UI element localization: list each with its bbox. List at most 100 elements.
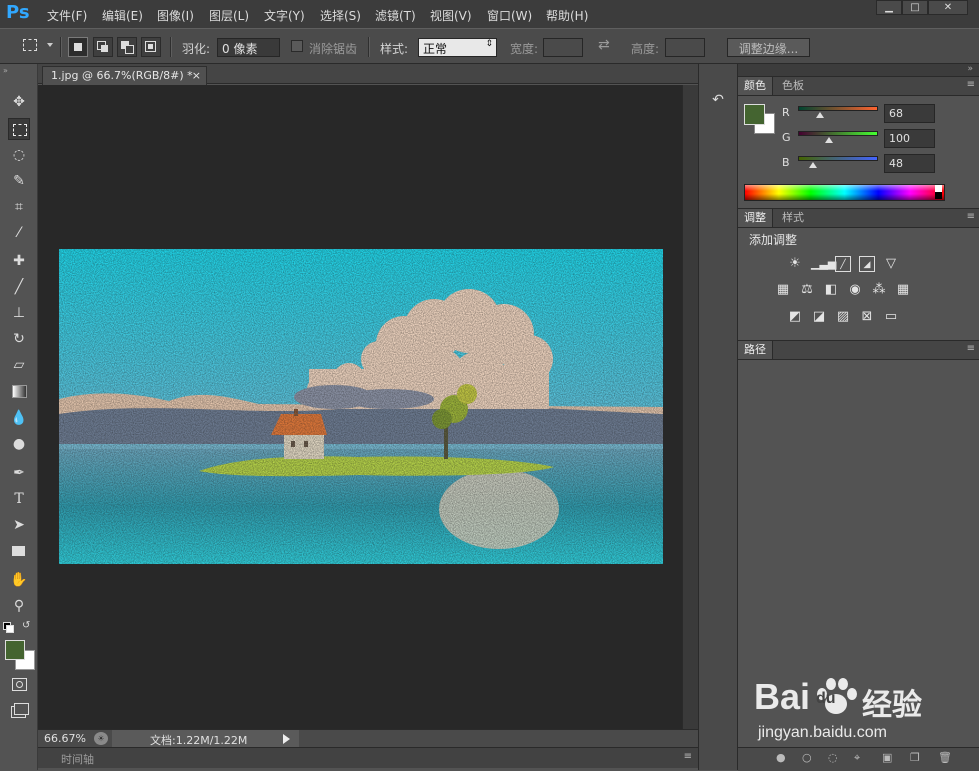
minimize-button[interactable]: ▁	[876, 0, 902, 15]
zoom-tool-icon[interactable]: ⚲	[8, 595, 30, 617]
new-selection-icon[interactable]	[68, 37, 88, 57]
marquee-tool-icon[interactable]	[8, 118, 30, 140]
menu-select[interactable]: 选择(S)	[320, 7, 361, 24]
exposure-icon[interactable]: ◢	[859, 256, 875, 272]
subtract-selection-icon[interactable]	[117, 37, 137, 57]
menu-filter[interactable]: 滤镜(T)	[375, 7, 416, 24]
gradient-map-icon[interactable]: ⊠	[859, 309, 875, 325]
intersect-selection-icon[interactable]	[141, 37, 161, 57]
timeline-label[interactable]: 时间轴	[61, 751, 94, 767]
tab-adjustments[interactable]: 调整	[738, 209, 773, 227]
red-slider-handle[interactable]	[816, 112, 824, 118]
blue-value-input[interactable]: 48	[884, 154, 935, 173]
antialias-checkbox[interactable]	[291, 40, 303, 52]
document-image[interactable]	[59, 249, 663, 564]
eraser-tool-icon[interactable]: ▱	[8, 354, 30, 376]
brightness-icon[interactable]: ☀	[787, 256, 803, 272]
tab-paths[interactable]: 路径	[738, 341, 773, 359]
brush-tool-icon[interactable]: ╱	[8, 276, 30, 298]
style-select[interactable]: 正常 ⇕	[418, 38, 497, 57]
curves-icon[interactable]: ╱	[835, 256, 851, 272]
vibrance-icon[interactable]: ▽	[883, 256, 899, 272]
history-panel-icon[interactable]: ↶	[705, 88, 731, 112]
red-slider[interactable]	[798, 106, 878, 111]
green-value-input[interactable]: 100	[884, 129, 935, 148]
tab-swatches[interactable]: 色板	[776, 77, 810, 95]
collapse-icon[interactable]: »	[3, 66, 8, 75]
blue-slider-handle[interactable]	[809, 162, 817, 168]
tab-styles[interactable]: 样式	[776, 209, 810, 227]
foreground-color-swatch[interactable]	[5, 640, 25, 660]
play-icon[interactable]	[283, 734, 290, 744]
close-tab-icon[interactable]: ×	[192, 67, 201, 84]
color-balance-icon[interactable]: ⚖	[799, 282, 815, 298]
swap-icon[interactable]: ⇄	[598, 37, 610, 53]
refine-edge-button[interactable]: 调整边缘...	[727, 38, 810, 57]
menu-file[interactable]: 文件(F)	[47, 7, 87, 24]
blue-slider[interactable]	[798, 156, 878, 161]
tab-color[interactable]: 颜色	[738, 77, 773, 95]
lasso-tool-icon[interactable]: ◌	[8, 144, 30, 166]
foreground-color-box[interactable]	[744, 104, 765, 125]
menu-edit[interactable]: 编辑(E)	[102, 7, 143, 24]
zoom-level[interactable]: 66.67%	[44, 732, 86, 745]
dodge-tool-icon[interactable]: ●	[8, 433, 30, 455]
vertical-scrollbar[interactable]	[682, 85, 698, 729]
black-white-icon[interactable]: ◧	[823, 282, 839, 298]
menu-layer[interactable]: 图层(L)	[209, 7, 249, 24]
timeline-bar[interactable]: 时间轴 ≡	[38, 747, 698, 768]
channel-mixer-icon[interactable]: ⁂	[871, 282, 887, 298]
color-lookup-icon[interactable]: ▦	[895, 282, 911, 298]
default-colors-icon[interactable]	[3, 622, 14, 633]
menu-window[interactable]: 窗口(W)	[487, 7, 532, 24]
green-slider[interactable]	[798, 131, 878, 136]
timeline-menu-icon[interactable]: ≡	[684, 751, 692, 762]
hand-tool-icon[interactable]: ✋	[8, 569, 30, 591]
chevron-down-icon[interactable]	[47, 43, 53, 47]
clone-stamp-tool-icon[interactable]: ⊥	[8, 302, 30, 324]
close-window-button[interactable]: ✕	[928, 0, 968, 15]
invert-icon[interactable]: ◩	[787, 309, 803, 325]
crop-tool-icon[interactable]: ⌗	[8, 196, 30, 218]
quick-mask-icon[interactable]	[8, 673, 30, 695]
pen-tool-icon[interactable]: ✒	[8, 462, 30, 484]
menu-help[interactable]: 帮助(H)	[546, 7, 588, 24]
width-input[interactable]	[543, 38, 583, 57]
panel-menu-icon[interactable]: ≡	[967, 343, 975, 354]
healing-brush-tool-icon[interactable]: ✚	[8, 250, 30, 272]
rectangle-tool-icon[interactable]	[8, 540, 30, 562]
height-input[interactable]	[665, 38, 705, 57]
blur-tool-icon[interactable]: 💧	[8, 407, 30, 429]
eyedropper-tool-icon[interactable]: ⁄	[8, 222, 30, 244]
maximize-button[interactable]: □	[902, 0, 928, 15]
type-tool-icon[interactable]: T	[8, 488, 30, 510]
panel-menu-icon[interactable]: ≡	[967, 211, 975, 222]
photo-filter-icon[interactable]: ◉	[847, 282, 863, 298]
color-spectrum-bar[interactable]	[744, 184, 945, 201]
levels-icon[interactable]: ▁▃▅	[811, 256, 836, 272]
menu-type[interactable]: 文字(Y)	[264, 7, 305, 24]
hue-saturation-icon[interactable]: ▦	[775, 282, 791, 298]
red-value-input[interactable]: 68	[884, 104, 935, 123]
history-brush-tool-icon[interactable]: ↻	[8, 328, 30, 350]
document-tab[interactable]: 1.jpg @ 66.7%(RGB/8#) * ×	[42, 66, 207, 85]
collapse-panels-icon[interactable]: »	[967, 64, 973, 74]
swap-colors-icon[interactable]: ↺	[22, 620, 30, 631]
move-tool-icon[interactable]: ✥	[8, 91, 30, 113]
feather-input[interactable]: 0 像素	[217, 38, 280, 57]
selective-color-icon[interactable]: ▭	[883, 309, 899, 325]
quick-select-tool-icon[interactable]: ✎	[8, 170, 30, 192]
status-options-icon[interactable]: ☀	[94, 732, 108, 745]
threshold-icon[interactable]: ▨	[835, 309, 851, 325]
posterize-icon[interactable]: ◪	[811, 309, 827, 325]
add-selection-icon[interactable]	[93, 37, 113, 57]
green-slider-handle[interactable]	[825, 137, 833, 143]
screen-mode-icon[interactable]	[8, 700, 30, 722]
marquee-preset-icon[interactable]	[23, 39, 37, 51]
panel-menu-icon[interactable]: ≡	[967, 79, 975, 90]
menu-view[interactable]: 视图(V)	[430, 7, 472, 24]
gradient-tool-icon[interactable]	[8, 380, 30, 402]
canvas-area[interactable]	[38, 85, 682, 729]
path-select-tool-icon[interactable]: ➤	[8, 514, 30, 536]
menu-image[interactable]: 图像(I)	[157, 7, 194, 24]
